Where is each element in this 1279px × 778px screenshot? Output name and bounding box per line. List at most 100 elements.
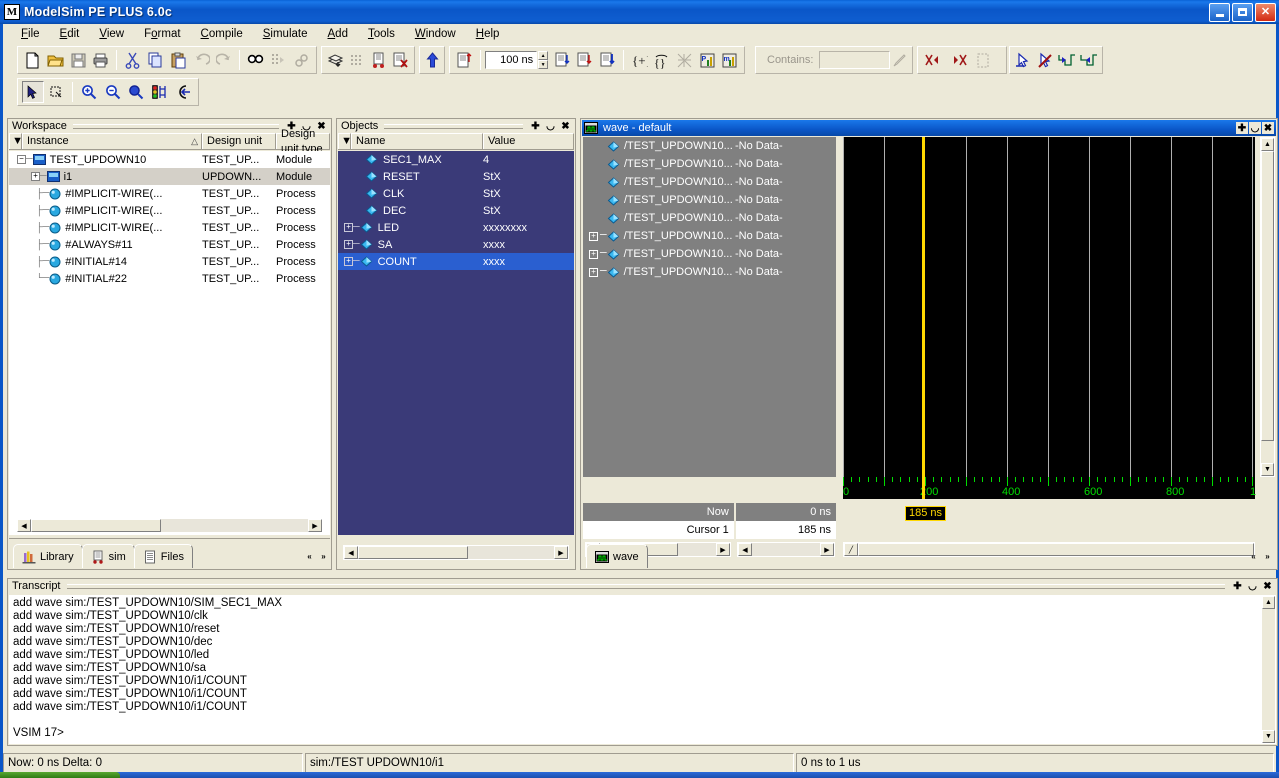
table-row[interactable]: ├─ #IMPLICIT-WIRE(... TEST_UP... Process [9,185,330,202]
profile-icon[interactable]: P [697,49,718,71]
tab-scroll-left-icon[interactable]: « [1247,550,1260,562]
list-item[interactable]: SEC1_MAX 4 [338,151,574,168]
scroll-thumb[interactable] [31,519,161,532]
zoom-out-icon[interactable] [102,81,124,103]
close-button[interactable]: ✕ [1255,2,1276,22]
compile-all-icon[interactable] [348,49,368,71]
expander-icon[interactable]: + [589,267,598,277]
minimize-button[interactable] [1209,2,1230,22]
windows-taskbar[interactable] [0,772,1279,778]
menu-compile[interactable]: Compile [191,26,253,42]
column-header-instance[interactable]: Instance △ [22,133,202,149]
pin-icon[interactable]: ✚ [1236,122,1248,134]
expander-icon[interactable]: + [589,231,598,241]
save-icon[interactable] [68,49,89,71]
table-row[interactable]: + ─ i1 UPDOWN... Module [9,168,330,185]
wave-signal-row[interactable]: + ─/TEST_UPDOWN10... [583,263,735,281]
find-prev-icon[interactable] [291,49,312,71]
simulate-icon[interactable] [369,49,389,71]
scroll-right-button[interactable]: ▶ [554,546,568,559]
wave-signal-row[interactable]: /TEST_UPDOWN10... [583,155,735,173]
tab-files[interactable]: Files [133,544,193,568]
list-item[interactable]: RESET StX [338,168,574,185]
expander-icon[interactable]: + [344,257,353,266]
table-row[interactable]: └─ #INITIAL#22 TEST_UP... Process [9,270,330,287]
find-icon[interactable] [245,49,266,71]
undock-icon[interactable]: ◡ [1246,580,1259,592]
menu-tools[interactable]: Tools [358,26,405,42]
menu-help[interactable]: Help [466,26,510,42]
close-icon[interactable]: ✖ [559,120,572,132]
workspace-tree[interactable]: − ─ TEST_UPDOWN10 TEST_UP... Module + ─ [9,151,330,535]
step-icon[interactable]: {+} [629,49,650,71]
scroll-left-button[interactable]: ◀ [17,519,31,532]
undock-icon[interactable]: ◡ [544,120,557,132]
wave-signal-row[interactable]: /TEST_UPDOWN10... [583,191,735,209]
table-row[interactable]: ├─ #INITIAL#14 TEST_UP... Process [9,253,330,270]
redo-icon[interactable] [214,49,235,71]
insert-cursor-icon[interactable] [1014,49,1034,71]
column-header-value[interactable]: Value [483,133,574,149]
tab-sim[interactable]: sim [81,544,135,568]
wave-signal-names[interactable]: /TEST_UPDOWN10... /TEST_UPDOWN10... /TES… [583,137,735,477]
tab-library[interactable]: Library [13,544,83,568]
zoom-region-icon[interactable] [46,81,68,103]
filter-dropdown-icon[interactable]: ▼ [338,133,352,149]
waveform-canvas[interactable] [843,137,1255,477]
pin-icon[interactable]: ✚ [1231,580,1244,592]
list-item[interactable]: + ─ COUNT xxxx [338,253,574,270]
tab-wave[interactable]: wave [586,544,648,568]
wave-signal-values[interactable]: -No Data- -No Data- -No Data- -No Data- … [735,137,836,477]
workspace-horizontal-scrollbar[interactable]: ◀ ▶ [16,518,323,533]
menu-file[interactable]: File [11,26,50,42]
list-item[interactable]: DEC StX [338,202,574,219]
menu-view[interactable]: View [89,26,134,42]
column-header-design-unit[interactable]: Design unit [202,133,276,149]
scroll-up-button[interactable]: ▲ [1262,596,1275,609]
expander-icon[interactable]: + [344,223,353,232]
undo-icon[interactable] [191,49,212,71]
run-all-icon[interactable] [597,49,618,71]
tab-scroll-right-icon[interactable]: » [1261,550,1274,562]
cut-icon[interactable] [122,49,143,71]
run-length-spinner[interactable]: ▲ ▼ [538,51,549,69]
scroll-down-button[interactable]: ▼ [1261,463,1274,476]
list-item[interactable]: + ─ LED xxxxxxxx [338,219,574,236]
find-next-icon[interactable] [268,49,289,71]
prev-transition-icon[interactable] [1057,49,1077,71]
transcript-vertical-scrollbar[interactable]: ▲ ▼ [1261,595,1276,744]
scroll-up-button[interactable]: ▲ [1261,138,1274,151]
compile-icon[interactable] [326,49,346,71]
table-row[interactable]: − ─ TEST_UPDOWN10 TEST_UP... Module [9,151,330,168]
prev-cursor-icon[interactable] [922,49,945,71]
next-transition-icon[interactable] [1079,49,1099,71]
paste-icon[interactable] [168,49,189,71]
tab-scroll-right-icon[interactable]: » [317,550,330,562]
menu-simulate[interactable]: Simulate [253,26,318,42]
cursor-1-flag[interactable]: 185 ns [905,506,947,521]
transcript-prompt[interactable]: VSIM 17> [13,727,1261,740]
run-up-icon[interactable] [424,49,441,71]
scroll-thumb[interactable] [1261,151,1274,441]
menu-add[interactable]: Add [318,26,358,42]
table-row[interactable]: ├─ #IMPLICIT-WIRE(... TEST_UP... Process [9,202,330,219]
objects-list[interactable]: SEC1_MAX 4 RESET StX CLK StX DEC StX + ─… [338,151,574,535]
expander-icon[interactable]: + [344,240,353,249]
menu-window[interactable]: Window [405,26,466,42]
contains-apply-icon[interactable] [891,49,908,71]
tab-scroll-left-icon[interactable]: « [303,550,316,562]
undock-icon[interactable]: ◡ [1249,122,1261,134]
cursor-1-line[interactable] [922,137,925,477]
no-data-icon[interactable] [972,49,995,71]
expander-icon[interactable]: + [589,249,598,259]
traffic-light-icon[interactable] [149,81,171,103]
wave-signal-row[interactable]: /TEST_UPDOWN10... [583,173,735,191]
step-over-icon[interactable]: {} [652,49,673,71]
wave-signal-row[interactable]: /TEST_UPDOWN10... [583,137,735,155]
scroll-left-button[interactable]: ◀ [344,546,358,559]
scroll-track[interactable] [31,519,308,532]
close-icon[interactable]: ✖ [1261,580,1274,592]
zoom-in-icon[interactable] [78,81,100,103]
time-ruler[interactable]: 0 200 400 600 800 1 [843,477,1256,499]
scroll-down-button[interactable]: ▼ [1262,730,1275,743]
